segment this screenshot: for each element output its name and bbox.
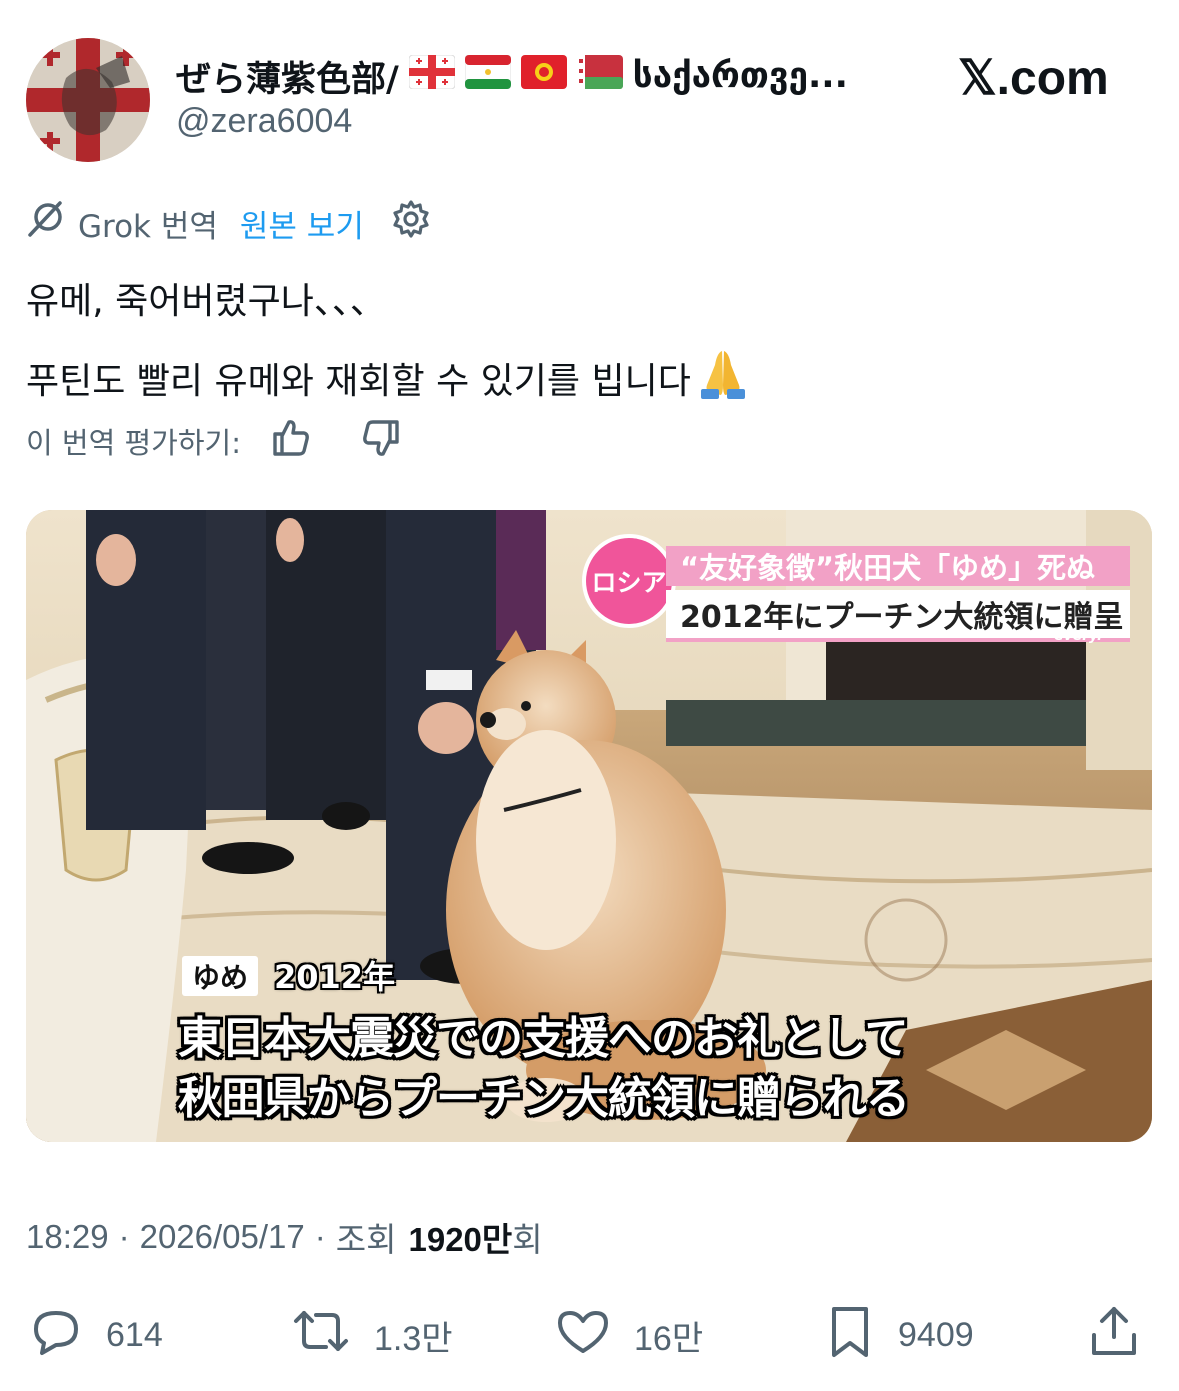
avatar-image — [26, 38, 150, 162]
views-suffix: 회 — [512, 1221, 543, 1258]
reply-icon — [26, 1301, 86, 1370]
meta-separator: · — [314, 1218, 326, 1255]
tweet-meta: 18:29 · 2026/05/17 · 조회 1920만 회 — [26, 1212, 543, 1262]
reply-count: 614 — [106, 1315, 163, 1354]
views-label: 조회 — [335, 1221, 397, 1258]
rate-translation: 이 번역 평가하기: — [26, 416, 403, 466]
bookmark-count: 9409 — [898, 1315, 974, 1354]
news-headline: “友好象徴”秋田犬「ゆめ」死ぬ — [666, 546, 1130, 586]
heart-icon — [552, 1301, 614, 1370]
flag-belarus-icon — [576, 54, 623, 98]
author-name-suffix: საქართვე... — [632, 56, 848, 96]
bookmark-button[interactable]: 9409 — [822, 1300, 974, 1370]
thumbs-up-icon[interactable] — [269, 416, 313, 467]
tweet-line-1: 유메, 죽어버렸구나、、、 — [26, 281, 386, 322]
thumbs-down-icon[interactable] — [359, 416, 403, 467]
gear-icon[interactable] — [390, 198, 432, 248]
share-icon — [1086, 1301, 1142, 1370]
repost-icon — [288, 1301, 354, 1370]
avatar[interactable] — [26, 38, 150, 162]
meta-separator: · — [118, 1218, 130, 1255]
site-label: 𝕏.com — [958, 52, 1109, 105]
pray-emoji-icon — [695, 345, 751, 430]
views-count: 1920만 — [408, 1221, 513, 1258]
author-display-name[interactable]: ぜら薄紫色部/ საქართვე... — [176, 50, 848, 102]
reply-button[interactable]: 614 — [26, 1300, 163, 1370]
action-bar: 614 1.3만 16만 9409 — [26, 1300, 1152, 1370]
tweet-text: 유메, 죽어버렸구나、、、 푸틴도 빨리 유메와 재회할 수 있기를 빕니다 — [26, 262, 1156, 430]
show-original-link[interactable]: 원본 보기 — [240, 201, 364, 246]
tweet-time[interactable]: 18:29 — [26, 1218, 109, 1256]
network-logo: every. — [1054, 628, 1103, 644]
flag-kyrgyzstan-icon — [520, 54, 567, 98]
tweet-media[interactable]: ロシア “友好象徴”秋田犬「ゆめ」死ぬ 2012年にプーチン大統領に贈呈 eve… — [26, 510, 1152, 1142]
rate-translation-label: 이 번역 평가하기: — [26, 426, 241, 460]
translation-provider: Grok 번역 — [78, 208, 218, 245]
subtitle-line-2: 秋田県からプーチン大統領に贈られる — [178, 1073, 910, 1124]
repost-count: 1.3만 — [374, 1319, 453, 1358]
subtitle-line-1: 東日本大震災での支援へのお礼として — [178, 1013, 909, 1064]
bookmark-icon — [822, 1301, 878, 1370]
repost-button[interactable]: 1.3만 — [288, 1300, 453, 1370]
translation-bar: Grok 번역 원본 보기 — [26, 200, 432, 246]
like-count: 16만 — [634, 1319, 704, 1358]
category-badge: ロシア — [586, 538, 672, 624]
grok-icon — [26, 199, 66, 247]
flag-georgia-icon — [408, 54, 456, 98]
author-handle[interactable]: @zera6004 — [176, 102, 352, 141]
subtitle-year: 2012年 — [274, 958, 396, 996]
tweet-date[interactable]: 2026/05/17 — [140, 1218, 305, 1256]
share-button[interactable] — [1086, 1300, 1142, 1370]
like-button[interactable]: 16만 — [552, 1300, 703, 1370]
flag-tajikistan-icon — [464, 54, 512, 98]
author-name-text: ぜら薄紫色部/ — [176, 59, 399, 100]
subtitle-name-tag: ゆめ — [182, 956, 259, 996]
tweet-line-2-text: 푸틴도 빨리 유메와 재회할 수 있기를 빕니다 — [26, 361, 691, 402]
